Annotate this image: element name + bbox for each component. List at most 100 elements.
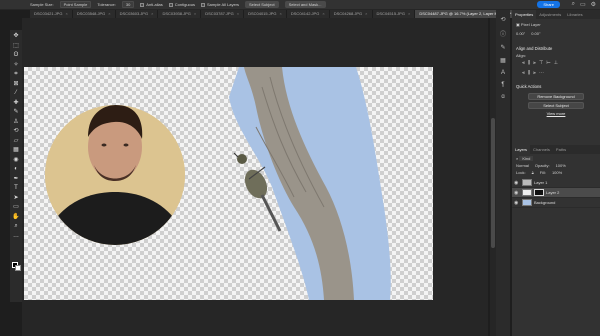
close-icon[interactable]: × bbox=[151, 10, 153, 18]
view-more-link[interactable]: View more bbox=[512, 111, 600, 116]
tab-doc-3[interactable]: DSC03603.JPG × bbox=[116, 10, 159, 18]
stamp-tool-icon[interactable]: ♙ bbox=[13, 118, 18, 128]
tab-adjustments[interactable]: Adjustments bbox=[536, 10, 564, 19]
layer-row-layer-1[interactable]: ◉ Layer 1 bbox=[512, 178, 600, 188]
lock-icon[interactable]: 🔒︎ bbox=[532, 170, 534, 175]
width-value[interactable]: 0.00" bbox=[516, 31, 525, 36]
history-icon[interactable]: ⟲ bbox=[500, 16, 505, 23]
select-subject-button[interactable]: Select Subject bbox=[245, 1, 279, 8]
tab-doc-9[interactable]: DSC04515.JPG × bbox=[373, 10, 416, 18]
layer-row-background[interactable]: ◉ Background bbox=[512, 198, 600, 208]
tab-paths[interactable]: Paths bbox=[553, 145, 569, 154]
distribute-more-icon[interactable]: ⋯ bbox=[539, 70, 544, 76]
align-heading[interactable]: Align and Distribute bbox=[512, 36, 600, 53]
tab-label: DSC04268.JPG bbox=[333, 11, 363, 16]
close-icon[interactable]: × bbox=[322, 10, 324, 18]
crop-tool-icon[interactable]: ⌗ bbox=[14, 70, 17, 80]
layer-row-layer-2[interactable]: ◉ Layer 2 bbox=[512, 188, 600, 198]
swatches-icon[interactable]: ▦ bbox=[500, 57, 506, 64]
kind-select[interactable]: Kind bbox=[519, 156, 534, 161]
character-icon[interactable]: A bbox=[501, 70, 505, 76]
align-middle-icon[interactable]: ⊢ bbox=[546, 60, 550, 66]
anti-alias-checkbox[interactable]: Anti-alias bbox=[140, 2, 163, 7]
blend-mode-select[interactable]: Normal bbox=[516, 163, 529, 168]
close-icon[interactable]: × bbox=[365, 10, 367, 18]
visibility-eye-icon[interactable]: ◉ bbox=[514, 180, 522, 186]
tab-doc-6[interactable]: DSC04015.JPG × bbox=[244, 10, 287, 18]
close-icon[interactable]: × bbox=[65, 10, 67, 18]
remove-background-button[interactable]: Remove Background bbox=[528, 93, 584, 100]
pen-tool-icon[interactable]: ✒ bbox=[13, 175, 18, 185]
align-top-icon[interactable]: ⊤ bbox=[539, 60, 543, 66]
visibility-eye-icon[interactable]: ◉ bbox=[514, 190, 522, 196]
path-selection-icon[interactable]: ➤ bbox=[13, 194, 18, 204]
close-icon[interactable]: × bbox=[237, 10, 239, 18]
close-icon[interactable]: × bbox=[408, 10, 410, 18]
tab-doc-1[interactable]: DSC03421.JPG × bbox=[30, 10, 73, 18]
fill-value[interactable]: 100% bbox=[552, 170, 562, 175]
tab-properties[interactable]: Properties bbox=[512, 10, 537, 19]
settings-icon[interactable]: ⚙ bbox=[591, 1, 596, 8]
tab-doc-8[interactable]: DSC04268.JPG × bbox=[330, 10, 373, 18]
hand-tool-icon[interactable]: ✋ bbox=[12, 213, 19, 223]
background-color-swatch[interactable] bbox=[15, 265, 21, 271]
transform-row: 0.00" 0.00" bbox=[512, 27, 600, 36]
dodge-tool-icon[interactable]: ◐ bbox=[14, 165, 18, 175]
tab-doc-5[interactable]: DSC03787.JPG × bbox=[201, 10, 245, 18]
sample-size-select[interactable]: Point Sample bbox=[59, 1, 92, 8]
tab-channels[interactable]: Channels bbox=[530, 145, 553, 154]
select-and-mask-button[interactable]: Select and Mask... bbox=[284, 1, 326, 8]
brush-tool-icon[interactable]: ✎ bbox=[13, 108, 18, 118]
distribute-center-icon[interactable]: ⫼ bbox=[528, 70, 530, 76]
paragraph-icon[interactable]: ¶ bbox=[501, 82, 504, 88]
zoom-tool-icon[interactable]: ⌕ bbox=[14, 222, 17, 232]
tab-doc-4[interactable]: DSC03938.JPG × bbox=[158, 10, 202, 18]
tolerance-input[interactable]: 30 bbox=[121, 1, 135, 8]
sample-size-label: Sample Size: bbox=[30, 2, 54, 7]
visibility-eye-icon[interactable]: ◉ bbox=[514, 200, 522, 206]
tab-layers[interactable]: Layers bbox=[512, 145, 531, 154]
align-bottom-icon[interactable]: ⊥ bbox=[554, 60, 558, 66]
lasso-tool-icon[interactable]: ʘ bbox=[14, 51, 19, 61]
eyedropper-tool-icon[interactable]: ⁄ bbox=[15, 89, 16, 99]
opacity-value[interactable]: 100% bbox=[556, 163, 566, 168]
blur-tool-icon[interactable]: ◉ bbox=[13, 156, 18, 166]
tab-libraries[interactable]: Libraries bbox=[564, 10, 585, 19]
magic-wand-tool-icon[interactable]: ✧ bbox=[13, 61, 18, 71]
history-brush-icon[interactable]: ⟲ bbox=[13, 127, 18, 137]
tab-doc-2[interactable]: DSC03548.JPG × bbox=[73, 10, 116, 18]
info-icon[interactable]: ⓘ bbox=[500, 29, 506, 38]
sample-all-layers-checkbox[interactable]: Sample All Layers bbox=[201, 2, 239, 7]
marquee-tool-icon[interactable]: ⬚ bbox=[13, 42, 19, 52]
glyphs-icon[interactable]: ɑ bbox=[501, 94, 504, 100]
brush-settings-icon[interactable]: ✎ bbox=[500, 44, 505, 51]
more-tools-icon[interactable]: … bbox=[13, 232, 19, 242]
layer-mask-thumbnail[interactable] bbox=[534, 189, 544, 196]
distribute-right-icon[interactable]: ⫸ bbox=[533, 70, 536, 76]
close-icon[interactable]: × bbox=[108, 10, 110, 18]
close-icon[interactable]: × bbox=[280, 10, 282, 18]
contiguous-checkbox[interactable]: Contiguous bbox=[168, 2, 195, 7]
align-right-icon[interactable]: ⫸ bbox=[533, 60, 536, 66]
select-subject-button[interactable]: Select Subject bbox=[528, 102, 584, 109]
type-tool-icon[interactable]: T bbox=[14, 184, 18, 194]
workspace-icon[interactable]: ▭ bbox=[580, 1, 586, 8]
layers-list: ◉ Layer 1 ◉ Layer 2 ◉ Background bbox=[512, 178, 600, 208]
gradient-tool-icon[interactable]: ▦ bbox=[13, 146, 19, 156]
align-left-icon[interactable]: ⫷ bbox=[522, 60, 525, 66]
quick-actions-heading[interactable]: Quick Actions bbox=[512, 78, 600, 91]
healing-tool-icon[interactable]: ✚ bbox=[13, 99, 18, 109]
distribute-left-icon[interactable]: ⫷ bbox=[522, 70, 525, 76]
close-icon[interactable]: × bbox=[194, 10, 196, 18]
share-button[interactable]: Share bbox=[537, 1, 560, 8]
move-tool-icon[interactable]: ✥ bbox=[13, 32, 18, 42]
tab-doc-7[interactable]: DSC04142.JPG × bbox=[287, 10, 330, 18]
align-center-icon[interactable]: ⫼ bbox=[528, 60, 530, 66]
document-canvas[interactable] bbox=[24, 67, 433, 300]
scroll-thumb[interactable] bbox=[491, 118, 495, 248]
eraser-tool-icon[interactable]: ▱ bbox=[14, 137, 19, 147]
search-icon[interactable]: ⌕ bbox=[572, 1, 575, 8]
rectangle-tool-icon[interactable]: ▭ bbox=[13, 203, 19, 213]
frame-tool-icon[interactable]: ⊠ bbox=[13, 80, 18, 90]
height-value[interactable]: 0.00" bbox=[531, 31, 540, 36]
